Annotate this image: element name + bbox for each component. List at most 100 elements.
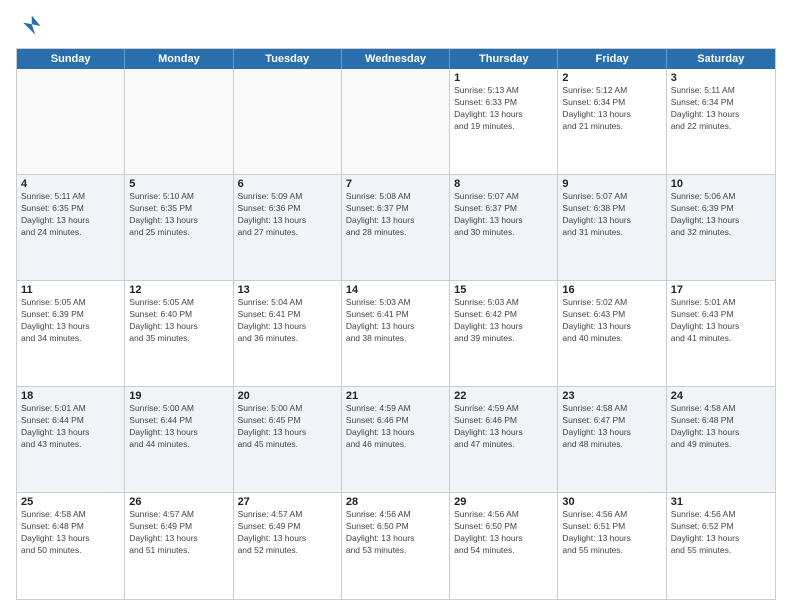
day-info: Sunrise: 5:05 AM Sunset: 6:39 PM Dayligh… [21, 297, 120, 345]
calendar-cell-16: 16Sunrise: 5:02 AM Sunset: 6:43 PM Dayli… [558, 281, 666, 386]
logo [16, 12, 48, 40]
calendar-row-2: 4Sunrise: 5:11 AM Sunset: 6:35 PM Daylig… [17, 175, 775, 281]
day-info: Sunrise: 4:59 AM Sunset: 6:46 PM Dayligh… [346, 403, 445, 451]
day-number: 22 [454, 390, 553, 402]
calendar-cell-10: 10Sunrise: 5:06 AM Sunset: 6:39 PM Dayli… [667, 175, 775, 280]
day-number: 24 [671, 390, 771, 402]
day-number: 20 [238, 390, 337, 402]
calendar-cell-22: 22Sunrise: 4:59 AM Sunset: 6:46 PM Dayli… [450, 387, 558, 492]
day-number: 11 [21, 284, 120, 296]
calendar-cell-28: 28Sunrise: 4:56 AM Sunset: 6:50 PM Dayli… [342, 493, 450, 599]
calendar-cell-empty-0-3 [342, 69, 450, 174]
calendar-cell-27: 27Sunrise: 4:57 AM Sunset: 6:49 PM Dayli… [234, 493, 342, 599]
calendar-cell-4: 4Sunrise: 5:11 AM Sunset: 6:35 PM Daylig… [17, 175, 125, 280]
day-number: 4 [21, 178, 120, 190]
calendar-cell-23: 23Sunrise: 4:58 AM Sunset: 6:47 PM Dayli… [558, 387, 666, 492]
day-info: Sunrise: 5:06 AM Sunset: 6:39 PM Dayligh… [671, 191, 771, 239]
day-info: Sunrise: 5:03 AM Sunset: 6:42 PM Dayligh… [454, 297, 553, 345]
day-info: Sunrise: 4:57 AM Sunset: 6:49 PM Dayligh… [129, 509, 228, 557]
day-info: Sunrise: 4:58 AM Sunset: 6:48 PM Dayligh… [671, 403, 771, 451]
calendar-body: 1Sunrise: 5:13 AM Sunset: 6:33 PM Daylig… [17, 69, 775, 599]
day-number: 27 [238, 496, 337, 508]
calendar-cell-18: 18Sunrise: 5:01 AM Sunset: 6:44 PM Dayli… [17, 387, 125, 492]
day-number: 21 [346, 390, 445, 402]
day-number: 14 [346, 284, 445, 296]
calendar-cell-8: 8Sunrise: 5:07 AM Sunset: 6:37 PM Daylig… [450, 175, 558, 280]
day-number: 30 [562, 496, 661, 508]
day-info: Sunrise: 4:58 AM Sunset: 6:47 PM Dayligh… [562, 403, 661, 451]
day-info: Sunrise: 5:11 AM Sunset: 6:34 PM Dayligh… [671, 85, 771, 133]
day-number: 29 [454, 496, 553, 508]
day-number: 6 [238, 178, 337, 190]
calendar-cell-12: 12Sunrise: 5:05 AM Sunset: 6:40 PM Dayli… [125, 281, 233, 386]
weekday-header-monday: Monday [125, 49, 233, 69]
day-info: Sunrise: 4:56 AM Sunset: 6:51 PM Dayligh… [562, 509, 661, 557]
day-info: Sunrise: 4:56 AM Sunset: 6:50 PM Dayligh… [454, 509, 553, 557]
calendar-cell-24: 24Sunrise: 4:58 AM Sunset: 6:48 PM Dayli… [667, 387, 775, 492]
day-info: Sunrise: 5:01 AM Sunset: 6:43 PM Dayligh… [671, 297, 771, 345]
day-number: 9 [562, 178, 661, 190]
calendar-cell-3: 3Sunrise: 5:11 AM Sunset: 6:34 PM Daylig… [667, 69, 775, 174]
calendar-cell-19: 19Sunrise: 5:00 AM Sunset: 6:44 PM Dayli… [125, 387, 233, 492]
day-info: Sunrise: 4:56 AM Sunset: 6:52 PM Dayligh… [671, 509, 771, 557]
day-info: Sunrise: 5:00 AM Sunset: 6:44 PM Dayligh… [129, 403, 228, 451]
day-number: 18 [21, 390, 120, 402]
day-number: 28 [346, 496, 445, 508]
day-info: Sunrise: 4:57 AM Sunset: 6:49 PM Dayligh… [238, 509, 337, 557]
weekday-header-tuesday: Tuesday [234, 49, 342, 69]
calendar-cell-15: 15Sunrise: 5:03 AM Sunset: 6:42 PM Dayli… [450, 281, 558, 386]
page: SundayMondayTuesdayWednesdayThursdayFrid… [0, 0, 792, 612]
day-number: 12 [129, 284, 228, 296]
day-info: Sunrise: 5:12 AM Sunset: 6:34 PM Dayligh… [562, 85, 661, 133]
day-info: Sunrise: 5:01 AM Sunset: 6:44 PM Dayligh… [21, 403, 120, 451]
day-info: Sunrise: 5:07 AM Sunset: 6:38 PM Dayligh… [562, 191, 661, 239]
weekday-header-sunday: Sunday [17, 49, 125, 69]
calendar-cell-29: 29Sunrise: 4:56 AM Sunset: 6:50 PM Dayli… [450, 493, 558, 599]
calendar-cell-5: 5Sunrise: 5:10 AM Sunset: 6:35 PM Daylig… [125, 175, 233, 280]
day-info: Sunrise: 5:05 AM Sunset: 6:40 PM Dayligh… [129, 297, 228, 345]
day-info: Sunrise: 5:03 AM Sunset: 6:41 PM Dayligh… [346, 297, 445, 345]
calendar-cell-30: 30Sunrise: 4:56 AM Sunset: 6:51 PM Dayli… [558, 493, 666, 599]
day-number: 10 [671, 178, 771, 190]
day-info: Sunrise: 5:04 AM Sunset: 6:41 PM Dayligh… [238, 297, 337, 345]
calendar: SundayMondayTuesdayWednesdayThursdayFrid… [16, 48, 776, 600]
calendar-cell-17: 17Sunrise: 5:01 AM Sunset: 6:43 PM Dayli… [667, 281, 775, 386]
calendar-row-3: 11Sunrise: 5:05 AM Sunset: 6:39 PM Dayli… [17, 281, 775, 387]
day-number: 26 [129, 496, 228, 508]
calendar-row-4: 18Sunrise: 5:01 AM Sunset: 6:44 PM Dayli… [17, 387, 775, 493]
calendar-row-5: 25Sunrise: 4:58 AM Sunset: 6:48 PM Dayli… [17, 493, 775, 599]
day-number: 2 [562, 72, 661, 84]
day-info: Sunrise: 4:58 AM Sunset: 6:48 PM Dayligh… [21, 509, 120, 557]
calendar-header: SundayMondayTuesdayWednesdayThursdayFrid… [17, 49, 775, 69]
calendar-cell-empty-0-0 [17, 69, 125, 174]
day-number: 7 [346, 178, 445, 190]
day-number: 8 [454, 178, 553, 190]
weekday-header-saturday: Saturday [667, 49, 775, 69]
calendar-cell-26: 26Sunrise: 4:57 AM Sunset: 6:49 PM Dayli… [125, 493, 233, 599]
calendar-cell-1: 1Sunrise: 5:13 AM Sunset: 6:33 PM Daylig… [450, 69, 558, 174]
day-number: 23 [562, 390, 661, 402]
calendar-cell-6: 6Sunrise: 5:09 AM Sunset: 6:36 PM Daylig… [234, 175, 342, 280]
calendar-cell-20: 20Sunrise: 5:00 AM Sunset: 6:45 PM Dayli… [234, 387, 342, 492]
day-info: Sunrise: 5:02 AM Sunset: 6:43 PM Dayligh… [562, 297, 661, 345]
calendar-cell-31: 31Sunrise: 4:56 AM Sunset: 6:52 PM Dayli… [667, 493, 775, 599]
weekday-header-wednesday: Wednesday [342, 49, 450, 69]
day-info: Sunrise: 5:11 AM Sunset: 6:35 PM Dayligh… [21, 191, 120, 239]
calendar-cell-2: 2Sunrise: 5:12 AM Sunset: 6:34 PM Daylig… [558, 69, 666, 174]
day-number: 1 [454, 72, 553, 84]
day-info: Sunrise: 5:10 AM Sunset: 6:35 PM Dayligh… [129, 191, 228, 239]
header [16, 12, 776, 40]
day-info: Sunrise: 5:08 AM Sunset: 6:37 PM Dayligh… [346, 191, 445, 239]
calendar-row-1: 1Sunrise: 5:13 AM Sunset: 6:33 PM Daylig… [17, 69, 775, 175]
weekday-header-friday: Friday [558, 49, 666, 69]
calendar-cell-empty-0-2 [234, 69, 342, 174]
calendar-cell-7: 7Sunrise: 5:08 AM Sunset: 6:37 PM Daylig… [342, 175, 450, 280]
calendar-cell-11: 11Sunrise: 5:05 AM Sunset: 6:39 PM Dayli… [17, 281, 125, 386]
day-info: Sunrise: 5:09 AM Sunset: 6:36 PM Dayligh… [238, 191, 337, 239]
day-info: Sunrise: 5:00 AM Sunset: 6:45 PM Dayligh… [238, 403, 337, 451]
calendar-cell-21: 21Sunrise: 4:59 AM Sunset: 6:46 PM Dayli… [342, 387, 450, 492]
day-number: 19 [129, 390, 228, 402]
day-info: Sunrise: 5:13 AM Sunset: 6:33 PM Dayligh… [454, 85, 553, 133]
day-number: 31 [671, 496, 771, 508]
logo-icon [16, 12, 44, 40]
